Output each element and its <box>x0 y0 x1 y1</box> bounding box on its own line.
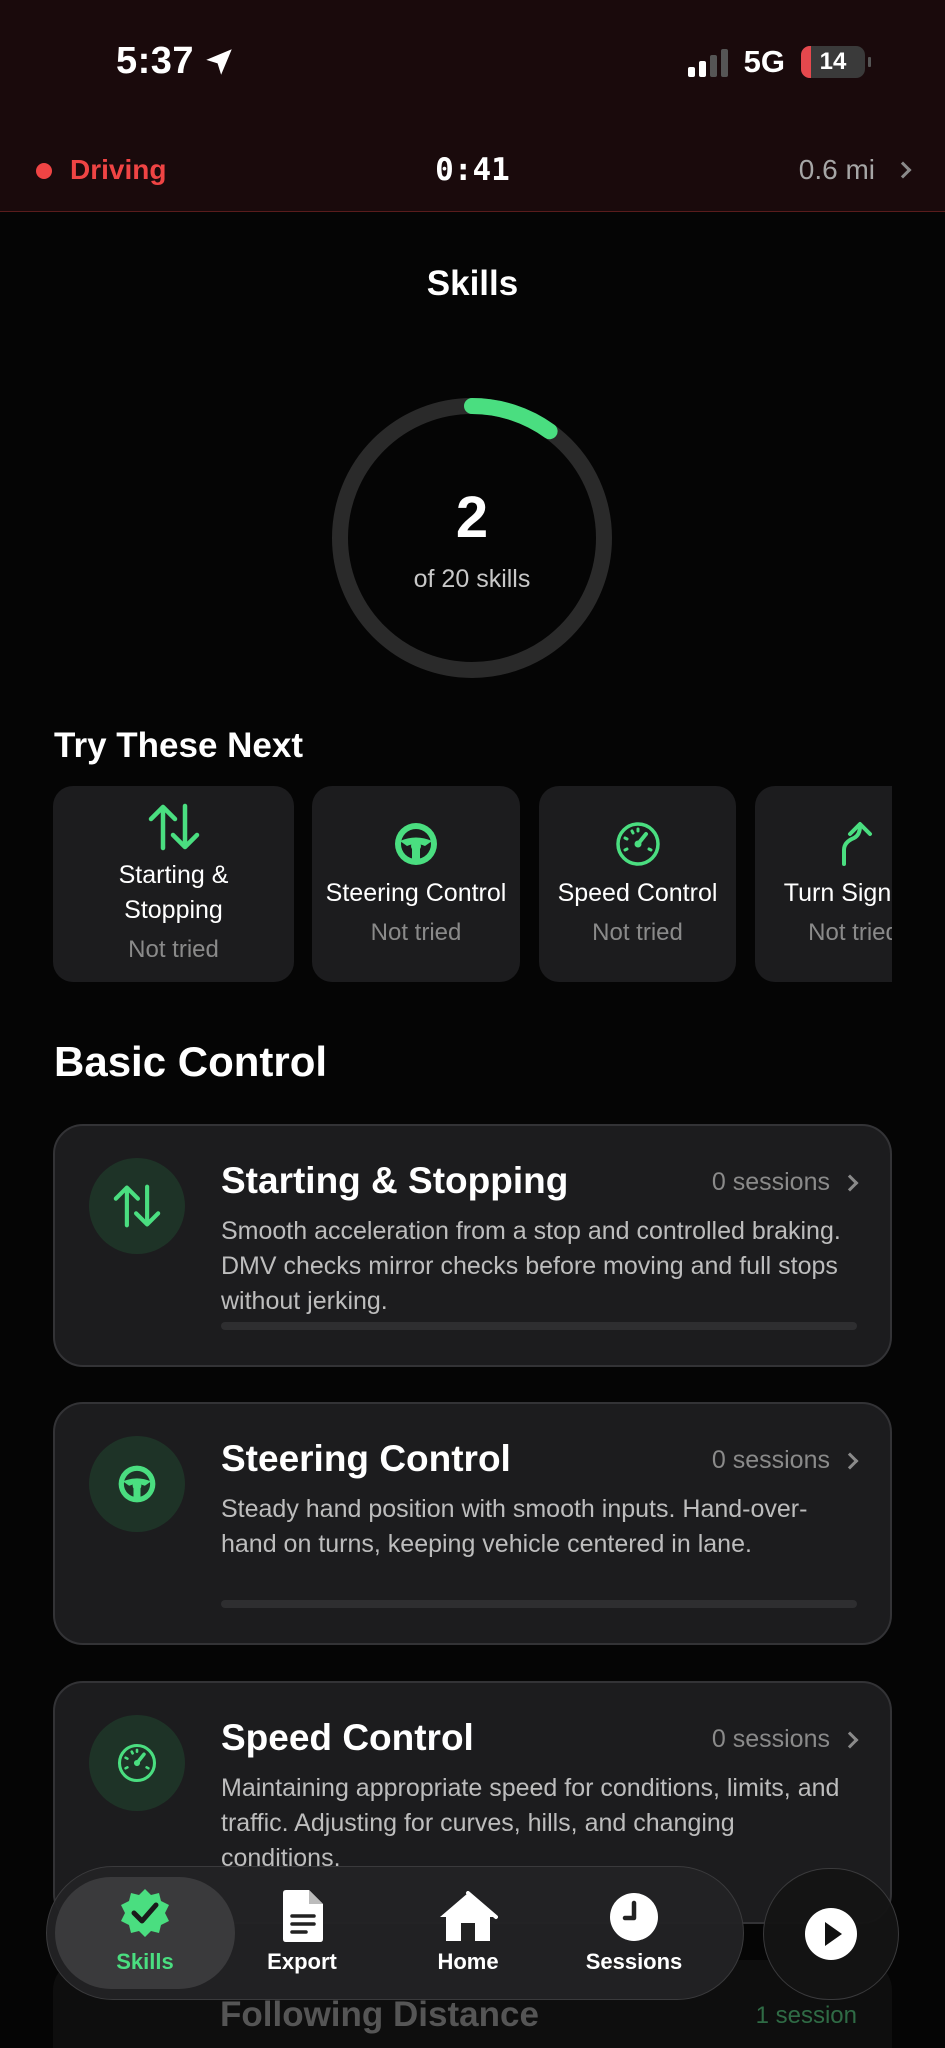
sessions-text: 0 sessions <box>711 1446 830 1474</box>
battery-icon: 14 <box>801 46 871 78</box>
tab-label: Home <box>437 1949 499 1974</box>
try-next-carousel[interactable]: Starting & Stopping Not tried Steering C… <box>53 786 892 982</box>
tab-bar: Skills Export Home Sessions <box>46 1866 744 2000</box>
try-card-turn-signals[interactable]: Turn Signals Not tried <box>755 786 892 982</box>
skill-name: Steering Control <box>221 1438 511 1479</box>
skills-badge-icon <box>121 1889 169 1937</box>
skill-progress-bar <box>221 1322 857 1330</box>
skill-progress-bar <box>221 1600 857 1608</box>
arrows-up-down-icon <box>53 802 294 852</box>
play-button[interactable] <box>763 1868 899 2000</box>
skill-card-steering-control[interactable]: Steering Control 0 sessions Steady hand … <box>53 1402 892 1645</box>
speedometer-icon <box>539 820 736 868</box>
tab-skills[interactable]: Skills <box>55 1877 235 1989</box>
play-icon <box>805 1908 857 1960</box>
battery-level: 14 <box>819 48 847 75</box>
skill-session-count: 0 sessions <box>711 1725 859 1754</box>
try-card-status: Not tried <box>370 919 462 946</box>
speedometer-icon <box>89 1715 185 1811</box>
skill-description: Maintaining appropriate speed for condit… <box>221 1774 840 1872</box>
skills-completed-count: 2 <box>455 485 489 550</box>
chevron-right-icon <box>841 1174 859 1191</box>
steering-wheel-icon <box>89 1436 185 1532</box>
arrows-up-down-icon <box>89 1158 185 1254</box>
try-next-heading: Try These Next <box>54 726 303 765</box>
skill-name: Following Distance <box>220 1995 539 2034</box>
tab-home[interactable]: Home <box>385 1877 551 1989</box>
try-card-status: Not tried <box>128 936 219 963</box>
tab-export[interactable]: Export <box>219 1877 385 1989</box>
turn-arrow-icon <box>755 820 892 868</box>
try-card-steering-control[interactable]: Steering Control Not tried <box>312 786 520 982</box>
try-card-name-line1: Starting & <box>118 861 229 889</box>
try-card-name: Turn Signals <box>783 879 892 907</box>
network-type: 5G <box>743 44 785 79</box>
status-indicators: 5G 14 <box>687 44 871 80</box>
skill-session-count: 0 sessions <box>711 1168 859 1197</box>
steering-wheel-icon <box>312 820 520 868</box>
tab-sessions[interactable]: Sessions <box>551 1877 717 1989</box>
chevron-right-icon <box>841 1452 859 1469</box>
try-card-name: Steering Control <box>325 879 507 907</box>
skill-name: Speed Control <box>221 1717 474 1758</box>
page-title: Skills <box>426 264 519 303</box>
document-icon <box>283 1890 323 1942</box>
try-card-speed-control[interactable]: Speed Control Not tried <box>539 786 736 982</box>
tab-label: Skills <box>116 1949 174 1974</box>
skill-card-starting-stopping[interactable]: Starting & Stopping 0 sessions Smooth ac… <box>53 1124 892 1367</box>
skill-description: Steady hand position with smooth inputs.… <box>221 1495 808 1558</box>
basic-control-heading: Basic Control <box>54 1038 328 1085</box>
status-bar: 5:37 5G 14 Driving 0:41 0.6 mi <box>0 0 945 212</box>
status-time: 5:37 <box>116 40 236 83</box>
try-card-name-line2: Stopping <box>124 896 223 924</box>
drive-distance[interactable]: 0.6 mi <box>798 154 912 186</box>
clock-time: 5:37 <box>116 40 195 82</box>
skill-session-count: 0 sessions <box>711 1446 859 1475</box>
sessions-text: 0 sessions <box>711 1725 830 1753</box>
chevron-right-icon <box>841 1731 859 1748</box>
tab-label: Export <box>267 1949 337 1974</box>
chevron-right-icon <box>894 161 912 179</box>
skill-description: Smooth acceleration from a stop and cont… <box>221 1217 841 1315</box>
try-card-status: Not tried <box>592 919 683 946</box>
try-card-starting-stopping[interactable]: Starting & Stopping Not tried <box>53 786 294 982</box>
house-icon <box>440 1891 498 1941</box>
try-card-name: Speed Control <box>557 879 718 907</box>
tab-label: Sessions <box>585 1949 683 1974</box>
skills-total-caption: of 20 skills <box>413 565 531 593</box>
skill-session-count: 1 session <box>755 2002 857 2029</box>
try-card-status: Not tried <box>808 919 892 946</box>
sessions-text: 0 sessions <box>711 1168 830 1196</box>
clock-icon <box>610 1893 658 1941</box>
cellular-signal-icon <box>687 47 728 77</box>
location-arrow-icon <box>206 48 232 75</box>
skill-name: Starting & Stopping <box>221 1160 569 1201</box>
distance-value: 0.6 mi <box>798 154 875 185</box>
active-drive-banner[interactable]: Driving 0:41 0.6 mi <box>0 150 945 194</box>
